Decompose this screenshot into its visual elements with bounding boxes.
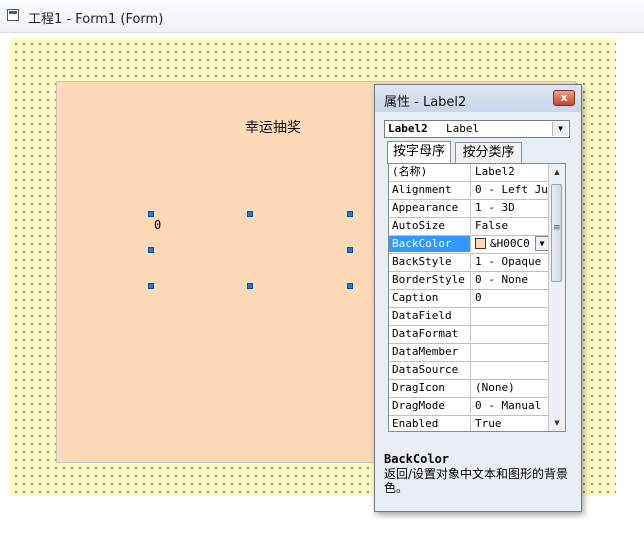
scroll-up-icon[interactable]: ▲ [549, 164, 565, 180]
designer-titlebar: 工程1 - Form1 (Form) [0, 0, 644, 33]
label2-control[interactable]: 0 [154, 218, 161, 232]
property-row[interactable]: Alignment 0 - Left Ju [389, 182, 549, 200]
property-name[interactable]: BackColor [389, 236, 471, 252]
window-title: 工程1 - Form1 (Form) [28, 12, 164, 27]
property-row[interactable]: Appearance 1 - 3D [389, 200, 549, 218]
property-name[interactable]: DragIcon [389, 380, 471, 396]
property-description: BackColor 返回/设置对象中文本和图形的背景色。 [384, 452, 574, 506]
property-row[interactable]: DataMember [389, 344, 549, 362]
form-window-icon [7, 9, 19, 21]
close-icon[interactable]: x [553, 90, 575, 106]
property-name[interactable]: DataSource [389, 362, 471, 378]
property-row[interactable]: Enabled True [389, 416, 549, 431]
property-value[interactable]: 0 [472, 290, 549, 306]
scrollbar-thumb[interactable]: ≡ [551, 184, 562, 282]
property-row[interactable]: AutoSize False [389, 218, 549, 236]
property-value[interactable]: 0 - Left Ju [472, 182, 549, 198]
properties-window: 属性 - Label2 x Label2 Label ▼ 按字母序 按分类序 (… [374, 84, 582, 512]
label1-control[interactable]: 幸运抽奖 [245, 117, 301, 137]
property-name[interactable]: DataFormat [389, 326, 471, 342]
property-row[interactable]: DragMode 0 - Manual [389, 398, 549, 416]
property-row[interactable]: DataFormat [389, 326, 549, 344]
property-row[interactable]: (名称) Label2 [389, 164, 549, 182]
property-value[interactable]: False [472, 218, 549, 234]
property-scrollbar[interactable]: ▲ ≡ ▼ [548, 164, 565, 431]
property-row[interactable]: BackColor &H00C0 ▼ [389, 236, 549, 254]
property-value[interactable]: 0 - None [472, 272, 549, 288]
property-name[interactable]: DataField [389, 308, 471, 324]
property-value[interactable]: &H00C0 ▼ [472, 236, 549, 252]
color-swatch [475, 238, 486, 249]
property-value[interactable]: 1 - 3D [472, 200, 549, 216]
property-name[interactable]: BackStyle [389, 254, 471, 270]
property-row[interactable]: BorderStyle 0 - None [389, 272, 549, 290]
property-value[interactable]: 1 - Opaque [472, 254, 549, 270]
property-name[interactable]: DataMember [389, 344, 471, 360]
property-row[interactable]: Caption 0 [389, 290, 549, 308]
property-value[interactable]: 0 - Manual [472, 398, 549, 414]
property-grid: (名称) Label2 Alignment 0 - Left Ju Appearance… [388, 163, 566, 432]
resize-handle-ne[interactable] [347, 211, 353, 217]
dropdown-arrow-icon[interactable]: ▼ [535, 236, 549, 251]
property-name[interactable]: BorderStyle [389, 272, 471, 288]
property-row[interactable]: DataField [389, 308, 549, 326]
description-text: 返回/设置对象中文本和图形的背景色。 [384, 467, 569, 495]
tab-alphabetic[interactable]: 按字母序 [387, 141, 451, 164]
property-name[interactable]: (名称) [389, 164, 471, 180]
property-row[interactable]: DragIcon (None) [389, 380, 549, 398]
description-title: BackColor [384, 452, 450, 466]
object-name: Label2 [388, 122, 428, 135]
object-type: Label [446, 122, 480, 135]
property-value-text: &H00C0 [490, 237, 530, 250]
dropdown-arrow-icon[interactable]: ▼ [552, 122, 568, 136]
property-row[interactable]: BackStyle 1 - Opaque [389, 254, 549, 272]
property-value[interactable] [472, 362, 549, 378]
scroll-down-icon[interactable]: ▼ [549, 415, 565, 431]
property-name[interactable]: DragMode [389, 398, 471, 414]
property-value[interactable]: True [472, 416, 549, 431]
resize-handle-e[interactable] [347, 247, 353, 253]
properties-titlebar[interactable]: 属性 - Label2 x [375, 85, 581, 112]
property-name[interactable]: Caption [389, 290, 471, 306]
resize-handle-sw[interactable] [148, 283, 154, 289]
property-value[interactable] [472, 344, 549, 360]
property-value[interactable] [472, 326, 549, 342]
object-selector[interactable]: Label2 Label ▼ [384, 120, 570, 138]
property-value[interactable]: (None) [472, 380, 549, 396]
resize-handle-s[interactable] [247, 283, 253, 289]
property-name[interactable]: Alignment [389, 182, 471, 198]
property-row[interactable]: DataSource [389, 362, 549, 380]
property-name[interactable]: Appearance [389, 200, 471, 216]
property-value[interactable]: Label2 [472, 164, 549, 180]
property-rows: (名称) Label2 Alignment 0 - Left Ju Appearance… [389, 164, 549, 431]
resize-handle-nw[interactable] [148, 211, 154, 217]
tab-categorized[interactable]: 按分类序 [455, 142, 522, 163]
property-value[interactable] [472, 308, 549, 324]
property-name[interactable]: Enabled [389, 416, 471, 431]
resize-handle-se[interactable] [347, 283, 353, 289]
resize-handle-n[interactable] [247, 211, 253, 217]
property-name[interactable]: AutoSize [389, 218, 471, 234]
resize-handle-w[interactable] [148, 247, 154, 253]
properties-title: 属性 - Label2 [384, 95, 467, 110]
